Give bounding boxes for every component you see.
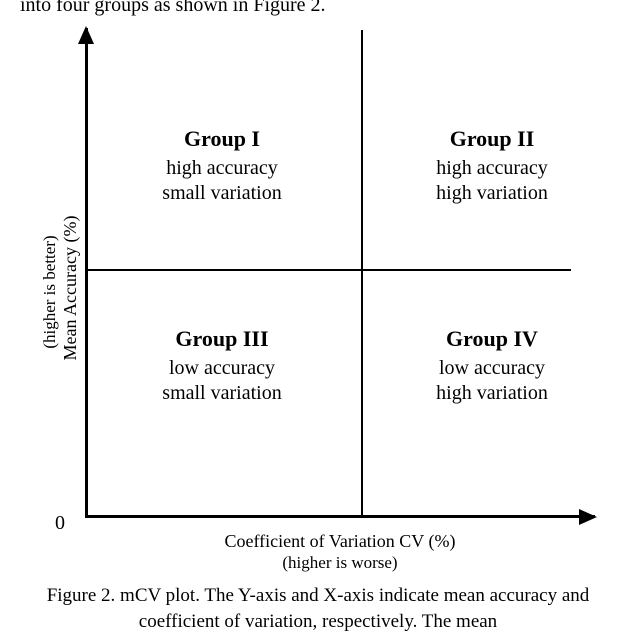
y-axis-sublabel: (higher is better) [40,192,60,392]
quadrant-group-1: Group I high accuracy small variation [107,126,337,206]
preceding-body-text: into four groups as shown in Figure 2. [20,0,616,17]
quadrant-line1: high accuracy [377,156,607,181]
quadrant-line2: high variation [377,181,607,206]
x-axis-sublabel: (higher is worse) [85,553,595,573]
quadrant-title: Group I [107,126,337,152]
y-axis-label: Mean Accuracy (%) [60,158,81,418]
quadrant-title: Group III [107,326,337,352]
y-axis-arrow-icon [78,26,94,44]
quadrant-group-4: Group IV low accuracy high variation [377,326,607,406]
figure-caption: Figure 2. mCV plot. The Y-axis and X-axi… [18,583,618,634]
quadrant-line2: high variation [377,381,607,406]
x-axis-arrow-icon [579,509,597,525]
horizontal-divider [87,269,571,271]
quadrant-line1: low accuracy [377,356,607,381]
x-axis [85,515,595,518]
quadrant-line2: small variation [107,381,337,406]
quadrant-title: Group IV [377,326,607,352]
quadrant-group-2: Group II high accuracy high variation [377,126,607,206]
origin-label: 0 [55,512,65,535]
y-axis-label-group: Mean Accuracy (%) (higher is better) [32,162,72,422]
vertical-divider [361,30,363,516]
quadrant-group-3: Group III low accuracy small variation [107,326,337,406]
quadrant-line1: low accuracy [107,356,337,381]
quadrant-line1: high accuracy [107,156,337,181]
y-axis [85,28,88,518]
mcv-plot: Group I high accuracy small variation Gr… [85,28,595,518]
quadrant-line2: small variation [107,181,337,206]
quadrant-title: Group II [377,126,607,152]
x-axis-label: Coefficient of Variation CV (%) [85,531,595,552]
